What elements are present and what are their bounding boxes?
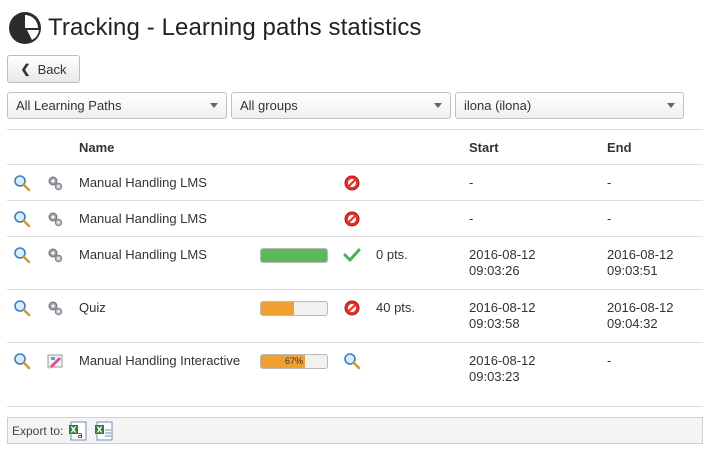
magnifier-icon[interactable]	[13, 246, 31, 264]
gears-icon[interactable]	[46, 210, 64, 228]
progress-label: 67%	[284, 356, 303, 366]
page-header: Tracking - Learning paths statistics	[8, 10, 422, 46]
row-end-time: 09:04:32	[607, 316, 658, 331]
table-header: Name Start End	[7, 129, 703, 165]
pie-chart-icon	[9, 12, 41, 44]
user-select-value: ilona (ilona)	[464, 98, 532, 113]
row-name: Manual Handling LMS	[79, 211, 207, 226]
back-button-label: Back	[37, 61, 67, 77]
row-name: Quiz	[79, 300, 106, 315]
progress-fill	[261, 249, 327, 262]
row-end: -	[607, 211, 612, 226]
row-start: 2016-08-12	[469, 247, 536, 262]
svg-text:X: X	[97, 425, 104, 434]
excel-export-icon[interactable]: X a	[67, 420, 89, 442]
row-end: -	[607, 353, 612, 368]
learning-path-select[interactable]: All Learning Paths	[7, 92, 227, 119]
magnifier-icon[interactable]	[13, 352, 31, 370]
row-name: Manual Handling LMS	[79, 175, 207, 190]
magnifier-icon[interactable]	[13, 174, 31, 192]
gears-icon[interactable]	[46, 299, 64, 317]
export-label: Export to:	[12, 423, 64, 438]
row-points: 0 pts.	[376, 247, 408, 262]
column-header-start: Start	[469, 140, 499, 155]
row-end: -	[607, 175, 612, 190]
row-start: 2016-08-12	[469, 353, 536, 368]
progress-bar: 67%	[260, 354, 328, 369]
row-start: -	[469, 211, 474, 226]
not-passed-icon	[343, 210, 361, 228]
page-title: Tracking - Learning paths statistics	[48, 14, 422, 41]
gears-icon[interactable]	[46, 246, 64, 264]
checkmark-icon	[343, 246, 361, 264]
column-header-name: Name	[79, 140, 115, 155]
column-header-end: End	[607, 140, 632, 155]
chevron-left-icon: ❮	[20, 62, 31, 76]
group-select[interactable]: All groups	[231, 92, 451, 119]
progress-fill	[261, 302, 294, 315]
table-row: Manual Handling LMS - -	[7, 201, 703, 237]
table-body: Manual Handling LMS - - Manual Handling LMS…	[7, 165, 703, 407]
csv-export-icon[interactable]: X	[93, 420, 115, 442]
table-row: Quiz 40 pts. 2016-08-12 09:03:58 2016-08-12 0…	[7, 290, 703, 343]
row-end: 2016-08-12	[607, 300, 674, 315]
row-end: 2016-08-12	[607, 247, 674, 262]
not-passed-icon	[343, 299, 361, 317]
back-button[interactable]: ❮ Back	[7, 55, 80, 83]
pencil-icon[interactable]	[46, 352, 64, 370]
row-start: 2016-08-12	[469, 300, 536, 315]
row-points: 40 pts.	[376, 300, 416, 315]
export-bar: Export to: X a X	[7, 417, 703, 444]
table-row: Manual Handling Interactive 67% 2016-08-12…	[7, 343, 703, 407]
row-end-time: 09:03:51	[607, 263, 658, 278]
learning-path-select-value: All Learning Paths	[16, 98, 122, 113]
row-start-time: 09:03:23	[469, 369, 520, 384]
row-start: -	[469, 175, 474, 190]
gears-icon[interactable]	[46, 174, 64, 192]
row-start-time: 09:03:58	[469, 316, 520, 331]
magnifier-icon[interactable]	[343, 352, 361, 370]
user-select[interactable]: ilona (ilona)	[455, 92, 684, 119]
magnifier-icon[interactable]	[13, 210, 31, 228]
progress-bar	[260, 248, 328, 263]
progress-bar	[260, 301, 328, 316]
row-start-time: 09:03:26	[469, 263, 520, 278]
table-row: Manual Handling LMS - -	[7, 165, 703, 201]
magnifier-icon[interactable]	[13, 299, 31, 317]
svg-text:a: a	[78, 431, 84, 441]
caret-down-icon	[210, 103, 218, 108]
stats-table: Name Start End Manual Handling LMS - - Manu…	[7, 129, 703, 407]
not-passed-icon	[343, 174, 361, 192]
row-name: Manual Handling LMS	[79, 247, 207, 262]
table-row: Manual Handling LMS 0 pts. 2016-08-12 09:03…	[7, 237, 703, 290]
caret-down-icon	[434, 103, 442, 108]
caret-down-icon	[667, 103, 675, 108]
row-name: Manual Handling Interactive	[79, 353, 241, 368]
group-select-value: All groups	[240, 98, 298, 113]
